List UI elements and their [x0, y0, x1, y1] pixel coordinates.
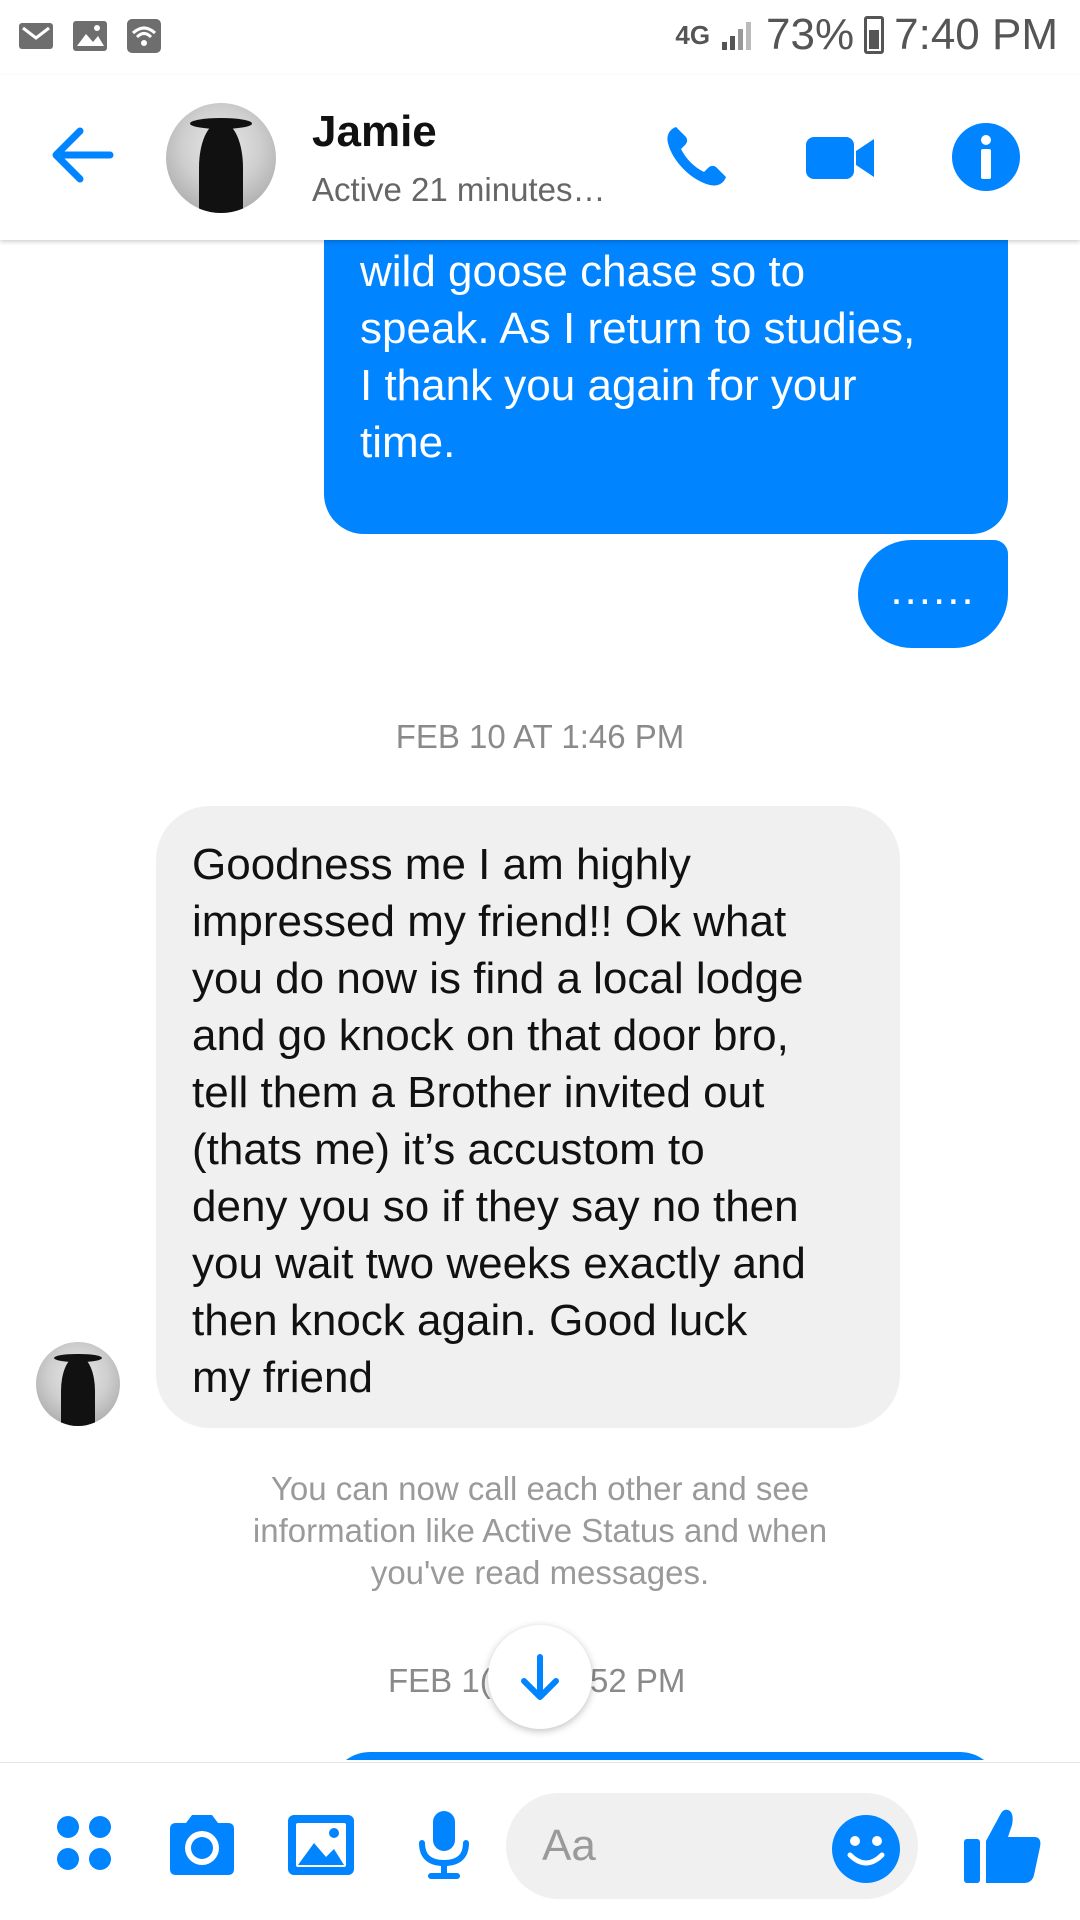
- clock: 7:40 PM: [894, 10, 1058, 59]
- status-right: 4G 73% 7:40 PM: [675, 10, 1058, 60]
- contact-name[interactable]: Jamie: [312, 107, 437, 157]
- info-icon[interactable]: [946, 117, 1026, 197]
- video-call-icon[interactable]: [800, 117, 880, 197]
- incoming-message[interactable]: Goodness me I am highly impressed my fri…: [156, 806, 900, 1428]
- battery-icon: [864, 16, 885, 54]
- scroll-to-bottom-button[interactable]: [488, 1625, 592, 1729]
- outgoing-message[interactable]: I desire my time not to be a wild goose …: [324, 240, 1008, 534]
- timestamp-left-part: FEB 1(: [388, 1662, 491, 1699]
- more-apps-icon[interactable]: [48, 1807, 124, 1883]
- network-type: 4G: [675, 19, 711, 50]
- microphone-icon[interactable]: [406, 1807, 482, 1883]
- outgoing-message-partial[interactable]: [330, 1752, 1000, 1760]
- camera-icon[interactable]: [164, 1807, 240, 1883]
- signal-icon: [722, 22, 752, 50]
- avatar-figure-shape: [199, 122, 243, 213]
- avatar-figure-shape: [61, 1357, 95, 1426]
- status-left-icons: [18, 18, 162, 54]
- message-text: I desire my time not to be a wild goose …: [360, 247, 916, 467]
- back-arrow-icon[interactable]: [48, 125, 118, 185]
- contact-active-status: Active 21 minutes…: [312, 171, 606, 208]
- contact-avatar[interactable]: [166, 103, 276, 213]
- wifi-icon: [127, 19, 161, 53]
- status-bar: 4G 73% 7:40 PM: [0, 0, 1080, 75]
- thumbs-up-icon[interactable]: [960, 1801, 1046, 1887]
- message-timestamp: FEB 10 AT 1:46 PM: [395, 718, 685, 755]
- emoji-icon[interactable]: [828, 1811, 904, 1887]
- phone-call-icon[interactable]: [656, 117, 736, 197]
- gmail-icon: [19, 23, 53, 49]
- message-list[interactable]: I desire my time not to be a wild goose …: [0, 240, 1080, 1760]
- timestamp-right-part: 52 PM: [590, 1662, 686, 1699]
- outgoing-message[interactable]: ......: [858, 540, 1008, 648]
- message-composer: [0, 1762, 1080, 1920]
- conversation-header: Jamie Active 21 minutes…: [0, 75, 1080, 240]
- gallery-icon[interactable]: [284, 1807, 360, 1883]
- arrow-down-icon: [521, 1654, 559, 1700]
- sender-avatar[interactable]: [36, 1342, 120, 1426]
- image-icon: [73, 21, 107, 51]
- system-notice: You can now call each other and see info…: [252, 1470, 828, 1591]
- battery-percentage: 73%: [766, 10, 855, 59]
